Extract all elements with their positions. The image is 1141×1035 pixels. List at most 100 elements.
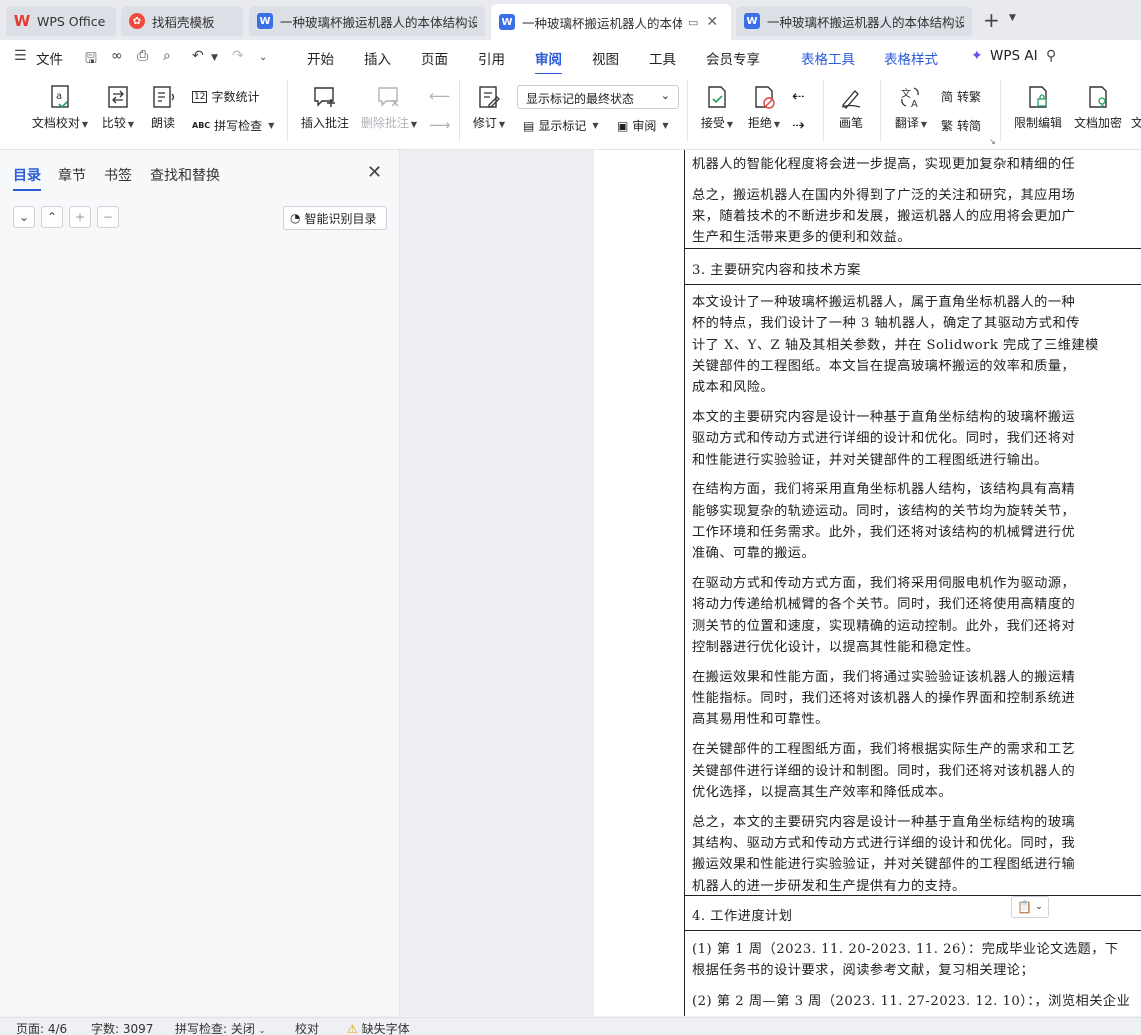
document-table[interactable]: 机器人的智能化程度将会进一步提高，实现更加复杂和精细的任 总之，搬运机器人在国内… (684, 150, 1141, 1016)
to-traditional-button[interactable]: 简 转繁 (941, 88, 981, 105)
remove-icon[interactable]: − (97, 206, 119, 228)
show-markup-button[interactable]: ▤ 显示标记 ▼ (523, 117, 599, 134)
docer-icon: ✿ (129, 13, 145, 29)
paste-options-button[interactable]: 📋 ⌄ (1011, 896, 1049, 918)
close-icon[interactable]: ✕ (706, 14, 718, 30)
spell-check-status[interactable]: 拼写检查: 关闭 ⌄ (175, 1020, 265, 1035)
tab-find-replace[interactable]: 查找和替换 (150, 165, 220, 185)
markup-state-select[interactable]: 显示标记的最终状态 ⌄ (517, 85, 679, 109)
revise-button[interactable]: 修订 ▼ (471, 84, 507, 131)
tab-document-active[interactable]: W 一种玻璃杯搬运机器人的本体结构设计 ▭ ✕ (491, 4, 731, 40)
spell-check-button[interactable]: ABC 拼写检查 ▼ (192, 117, 274, 134)
document-page[interactable]: 机器人的智能化程度将会进一步提高，实现更加复杂和精细的任 总之，搬运机器人在国内… (594, 150, 1141, 1016)
doc-line: 其结构、驱动方式和传动方式进行详细的设计和优化。同时，我 (692, 835, 1076, 851)
new-tab-icon[interactable]: + (983, 8, 1000, 32)
next-revision-icon[interactable]: ⇢ (792, 116, 805, 134)
doc-line: 控制器进行优化设计，以提高其性能和稳定性。 (692, 640, 980, 655)
proof-status[interactable]: 校对 (295, 1020, 319, 1035)
save-icon[interactable]: 🖫 (85, 48, 97, 72)
tab-wps-office[interactable]: W WPS Office (6, 6, 116, 36)
chevron-down-icon: ⌄ (258, 1026, 266, 1035)
page-indicator[interactable]: 页面: 4/6 (16, 1020, 67, 1035)
doc-line: 优化选择，以提高其生产效率和降低成本。 (692, 784, 953, 800)
word-count-button[interactable]: 12 字数统计 (192, 88, 259, 105)
read-aloud-label: 朗读 (150, 116, 175, 130)
print-icon[interactable]: ⎙ (137, 48, 148, 64)
previous-comment-icon[interactable]: ⟵ (429, 87, 451, 105)
hamburger-menu-icon[interactable]: ☰ (14, 48, 27, 64)
spell-check-status-label: 拼写检查: 关闭 (175, 1022, 255, 1035)
comment-bubble-icon[interactable]: ▭ (688, 16, 698, 29)
to-simplified-label: 转简 (957, 119, 982, 133)
menu-tools[interactable]: 工具 (649, 48, 676, 68)
menu-view[interactable]: 视图 (592, 48, 619, 68)
doc-line: 成本和风险。 (692, 380, 775, 396)
doc-line: 关键部件进行详细的设计和制图。同时，我们还将对该机器人的 (692, 763, 1076, 779)
restrict-edit-button[interactable]: 限制编辑 (1013, 84, 1063, 131)
print-preview-icon[interactable]: ⌕ (163, 48, 171, 64)
redo-icon[interactable]: ↷ (232, 48, 244, 64)
collapse-icon[interactable]: ⌃ (41, 206, 63, 228)
translate-button[interactable]: 文A 翻译 ▼ (893, 84, 929, 131)
tab-toc[interactable]: 目录 (13, 165, 41, 191)
menu-home[interactable]: 开始 (307, 48, 334, 68)
insert-comment-button[interactable]: 插入批注 (300, 84, 350, 131)
review-pane-button[interactable]: ▣ 审阅 ▼ (617, 117, 669, 134)
menu-file[interactable]: 文件 (36, 48, 63, 68)
smart-toc-icon: ◔ (290, 211, 301, 225)
undo-icon[interactable]: ↶ (192, 48, 204, 64)
pen-button[interactable]: 画笔 (836, 84, 866, 131)
pen-label: 画笔 (838, 116, 863, 130)
word-count-indicator[interactable]: 字数: 3097 (91, 1020, 153, 1035)
chevron-down-icon: ▼ (81, 120, 89, 129)
restrict-edit-label: 限制编辑 (1013, 116, 1062, 130)
delete-comment-button[interactable]: 删除批注 ▼ (360, 84, 418, 131)
link-icon[interactable]: ∞ (111, 48, 123, 64)
menu-review[interactable]: 审阅 (535, 48, 562, 75)
menu-page[interactable]: 页面 (421, 48, 448, 68)
add-icon[interactable]: + (69, 206, 91, 228)
reject-button[interactable]: 拒绝 ▼ (746, 84, 782, 131)
chevron-down-icon: ▼ (592, 121, 599, 130)
tab-label: 找稻壳模板 (152, 14, 215, 30)
chevron-down-icon: ▼ (127, 120, 135, 129)
chevron-down-icon[interactable]: ▼ (211, 53, 218, 63)
previous-revision-icon[interactable]: ⇠ (792, 87, 805, 105)
menu-insert[interactable]: 插入 (364, 48, 391, 68)
menu-references[interactable]: 引用 (478, 48, 505, 68)
more-ribbon-button[interactable]: 文 (1131, 84, 1141, 131)
expand-icon[interactable]: ⌄ (13, 206, 35, 228)
tab-document-1[interactable]: W 一种玻璃杯搬运机器人的本体结构设计 (249, 6, 485, 36)
menu-table-style[interactable]: 表格样式 (884, 48, 938, 68)
menu-member[interactable]: 会员专享 (706, 48, 760, 68)
word-count-icon: 12 (192, 90, 208, 103)
missing-font-status[interactable]: ⚠ 缺失字体 (347, 1020, 410, 1035)
read-aloud-button[interactable]: 朗读 (148, 84, 178, 131)
dialog-launcher-icon[interactable]: ↘ (989, 137, 996, 146)
encrypt-doc-button[interactable]: 文档加密 (1072, 84, 1124, 131)
doc-line: 总之，本文的主要研究内容是设计一种基于直角坐标结构的玻璃 (692, 814, 1076, 830)
menu-wps-ai[interactable]: WPS AI (990, 48, 1038, 64)
tab-document-3[interactable]: W 一种玻璃杯搬运机器人的本体结构设计 (736, 6, 972, 36)
reject-label: 拒绝 (747, 116, 772, 130)
chevron-down-icon[interactable]: ⌄ (259, 52, 267, 63)
tab-chapters[interactable]: 章节 (58, 165, 86, 185)
next-comment-icon[interactable]: ⟶ (429, 116, 451, 134)
search-icon[interactable]: ⚲ (1046, 48, 1056, 64)
review-pane-icon: ▣ (617, 118, 629, 133)
more-icon (1131, 84, 1141, 110)
doc-line: 工作环境和任务需求。此外，我们还将对该结构的机械臂进行优 (692, 525, 1076, 540)
smart-toc-button[interactable]: ◔ 智能识别目录 (283, 206, 387, 230)
proofread-button[interactable]: a 文档校对 ▼ (29, 84, 91, 131)
tab-label: 一种玻璃杯搬运机器人的本体结构设计 (522, 15, 682, 31)
close-icon[interactable]: ✕ (367, 162, 382, 183)
chevron-down-icon[interactable]: ▼ (1009, 13, 1016, 23)
tab-bookmarks[interactable]: 书签 (104, 165, 132, 185)
accept-button[interactable]: 接受 ▼ (699, 84, 735, 131)
to-simplified-button[interactable]: 繁 转简 (941, 117, 981, 134)
tab-docer-templates[interactable]: ✿ 找稻壳模板 (121, 6, 243, 36)
menu-table-tools[interactable]: 表格工具 (801, 48, 855, 68)
doc-line: 总之，搬运机器人在国内外得到了广泛的关注和研究，其应用场 (692, 188, 1076, 203)
doc-line: 和性能进行实验验证，并对关键部件的工程图纸进行输出。 (692, 452, 1048, 468)
compare-button[interactable]: 比较 ▼ (99, 84, 137, 131)
